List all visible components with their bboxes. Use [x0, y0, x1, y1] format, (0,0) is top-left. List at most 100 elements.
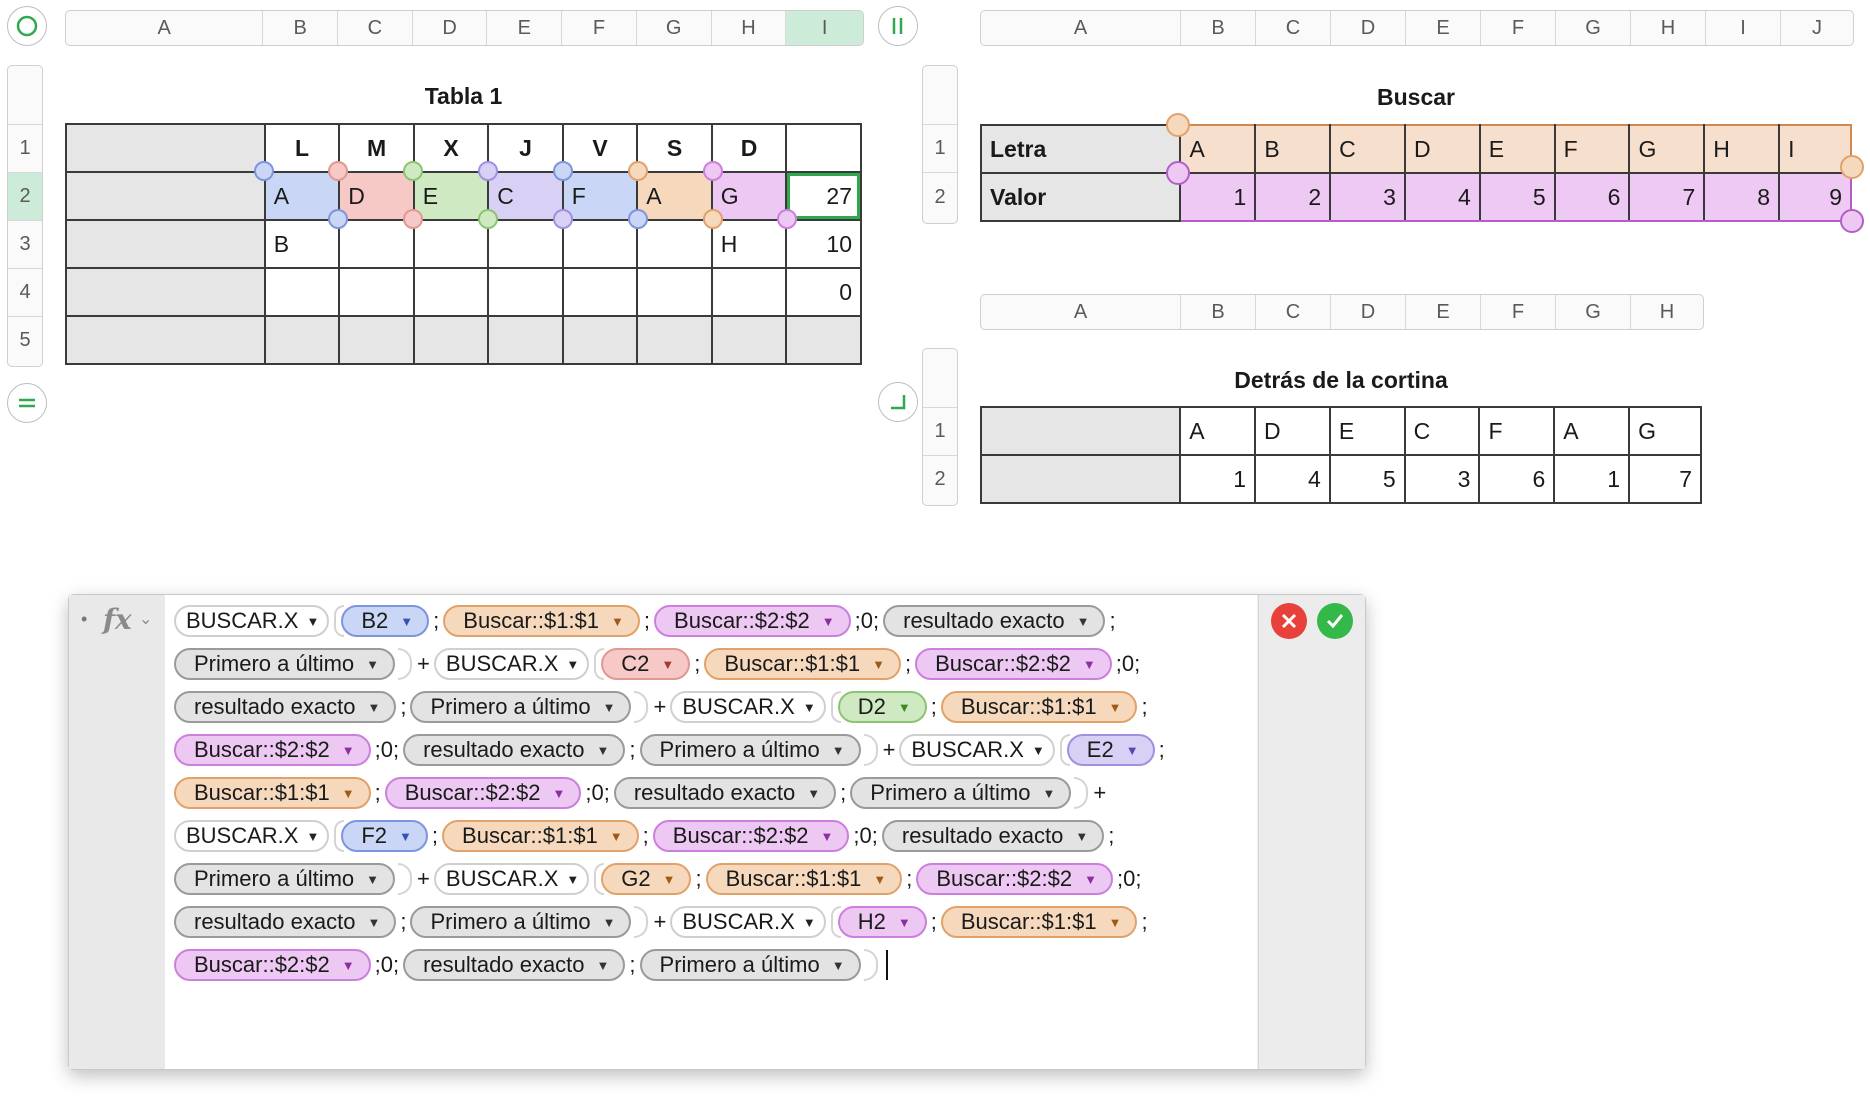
- chevron-down-icon[interactable]: ⌄: [139, 609, 152, 629]
- buscar-cell-f1[interactable]: E: [1478, 124, 1556, 174]
- argument-option-token[interactable]: Primero a último ▼: [174, 648, 396, 680]
- cell-d5[interactable]: [412, 315, 490, 365]
- function-token[interactable]: BUSCAR.X ▼: [899, 734, 1055, 766]
- cortina-cell-h2[interactable]: 7: [1628, 454, 1702, 504]
- cell-g4[interactable]: [636, 267, 713, 317]
- buscar-cell-f2[interactable]: 5: [1478, 172, 1556, 222]
- cell-i4[interactable]: 0: [785, 267, 862, 317]
- cell-reference-token[interactable]: Buscar::$1:$1 ▼: [940, 906, 1138, 938]
- cell-e1[interactable]: J: [487, 123, 564, 173]
- ref-handle-d2-top[interactable]: [403, 161, 423, 181]
- cell-g5[interactable]: [636, 315, 713, 365]
- ref-handle-g2-bottom[interactable]: [703, 209, 723, 229]
- cortina-cell-g1[interactable]: A: [1553, 406, 1631, 456]
- cell-c4[interactable]: [338, 267, 415, 317]
- dropdown-arrow-icon[interactable]: ▼: [663, 872, 676, 887]
- ref-handle-h2-bottom[interactable]: [777, 209, 797, 229]
- dropdown-arrow-icon[interactable]: ▼: [366, 872, 379, 887]
- argument-option-token[interactable]: Primero a último ▼: [410, 691, 632, 723]
- dropdown-arrow-icon[interactable]: ▼: [1032, 743, 1045, 758]
- cell-d1[interactable]: X: [412, 123, 490, 173]
- cortina-cell-a1[interactable]: [979, 406, 1182, 456]
- function-token[interactable]: BUSCAR.X ▼: [174, 605, 330, 637]
- cell-e3[interactable]: [487, 219, 564, 269]
- buscar-col-e[interactable]: E: [1406, 11, 1481, 45]
- ref-handle-f2-top[interactable]: [553, 161, 573, 181]
- dropdown-arrow-icon[interactable]: ▼: [597, 958, 610, 973]
- buscar-cell-d2[interactable]: 3: [1329, 172, 1406, 222]
- row-header-1[interactable]: 1: [8, 124, 42, 172]
- cortina-col-f[interactable]: F: [1481, 295, 1556, 329]
- cortina-cell-f2[interactable]: 6: [1478, 454, 1556, 504]
- ref-handle-e2-top[interactable]: [478, 161, 498, 181]
- row-header-5[interactable]: 5: [8, 316, 42, 364]
- dropdown-arrow-icon[interactable]: ▼: [306, 829, 319, 844]
- buscar-cell-h1[interactable]: G: [1628, 124, 1706, 174]
- cell-a3[interactable]: [65, 219, 266, 269]
- dropdown-arrow-icon[interactable]: ▼: [1083, 657, 1096, 672]
- buscar-cell-i1[interactable]: H: [1703, 124, 1781, 174]
- ref-handle-row1-left[interactable]: [1166, 113, 1190, 137]
- buscar-cell-h2[interactable]: 7: [1628, 172, 1706, 222]
- cortina-cell-b1[interactable]: A: [1179, 406, 1257, 456]
- dropdown-arrow-icon[interactable]: ▼: [306, 614, 319, 629]
- row-header-4[interactable]: 4: [8, 268, 42, 316]
- buscar-cell-b2[interactable]: 1: [1179, 172, 1257, 222]
- accept-button[interactable]: [1317, 603, 1353, 639]
- ref-handle-row2-left[interactable]: [1166, 161, 1190, 185]
- cortina-cell-c1[interactable]: D: [1254, 406, 1331, 456]
- column-header-d[interactable]: D: [413, 11, 488, 45]
- cell-c5[interactable]: [338, 315, 415, 365]
- ref-handle-e2-bottom[interactable]: [553, 209, 573, 229]
- column-header-c[interactable]: C: [338, 11, 413, 45]
- cell-i3[interactable]: 10: [785, 219, 862, 269]
- cell-reference-token[interactable]: C2 ▼: [601, 648, 691, 680]
- cell-reference-token[interactable]: Buscar::$2:$2 ▼: [915, 648, 1112, 680]
- cortina-row-2[interactable]: 2: [923, 455, 957, 503]
- cell-h3[interactable]: H: [710, 219, 788, 269]
- cell-e4[interactable]: [487, 267, 564, 317]
- cell-reference-token[interactable]: E2 ▼: [1066, 734, 1155, 766]
- dropdown-arrow-icon[interactable]: ▼: [566, 872, 579, 887]
- cortina-col-c[interactable]: C: [1256, 295, 1331, 329]
- cell-h5[interactable]: [710, 315, 788, 365]
- cell-reference-token[interactable]: Buscar::$1:$1 ▼: [704, 648, 901, 680]
- dropdown-arrow-icon[interactable]: ▼: [400, 614, 413, 629]
- cell-c1[interactable]: M: [338, 123, 415, 173]
- cell-reference-token[interactable]: Buscar::$2:$2 ▼: [652, 820, 850, 852]
- dropdown-arrow-icon[interactable]: ▼: [1075, 829, 1088, 844]
- dropdown-arrow-icon[interactable]: ▼: [807, 786, 820, 801]
- buscar-row-1[interactable]: 1: [923, 124, 957, 172]
- cell-a5[interactable]: [65, 315, 266, 365]
- dropdown-arrow-icon[interactable]: ▼: [872, 657, 885, 672]
- cell-g3[interactable]: [636, 219, 713, 269]
- argument-option-token[interactable]: Primero a último ▼: [174, 863, 396, 895]
- buscar-col-j[interactable]: J: [1781, 11, 1853, 45]
- ref-handle-c2-top[interactable]: [328, 161, 348, 181]
- buscar-cell-letra-label[interactable]: Letra: [979, 124, 1182, 174]
- argument-option-token[interactable]: resultado exacto ▼: [403, 949, 626, 981]
- cortina-cell-f1[interactable]: F: [1478, 406, 1556, 456]
- cortina-col-g[interactable]: G: [1556, 295, 1631, 329]
- function-token[interactable]: BUSCAR.X ▼: [174, 820, 330, 852]
- cell-reference-token[interactable]: Buscar::$2:$2 ▼: [174, 949, 371, 981]
- column-header-e[interactable]: E: [487, 11, 563, 45]
- function-token[interactable]: BUSCAR.X ▼: [433, 648, 590, 680]
- cortina-row-1[interactable]: 1: [923, 407, 957, 455]
- argument-option-token[interactable]: Primero a último ▼: [850, 777, 1072, 809]
- buscar-col-f[interactable]: F: [1481, 11, 1556, 45]
- add-row-handle[interactable]: [7, 383, 47, 423]
- cell-a1[interactable]: [65, 123, 266, 173]
- argument-option-token[interactable]: Primero a último ▼: [410, 906, 632, 938]
- row-header-2[interactable]: 2: [8, 172, 42, 220]
- cell-h1[interactable]: D: [710, 123, 788, 173]
- cell-reference-token[interactable]: Buscar::$1:$1 ▼: [705, 863, 903, 895]
- buscar-col-c[interactable]: C: [1256, 11, 1331, 45]
- cell-reference-token[interactable]: F2 ▼: [341, 820, 428, 852]
- dropdown-arrow-icon[interactable]: ▼: [832, 958, 845, 973]
- table-select-handle[interactable]: [7, 6, 47, 46]
- buscar-cell-c2[interactable]: 2: [1254, 172, 1332, 222]
- cortina-cell-e1[interactable]: C: [1403, 406, 1481, 456]
- ref-handle-row2-right[interactable]: [1840, 209, 1864, 233]
- cell-i5[interactable]: [785, 315, 862, 365]
